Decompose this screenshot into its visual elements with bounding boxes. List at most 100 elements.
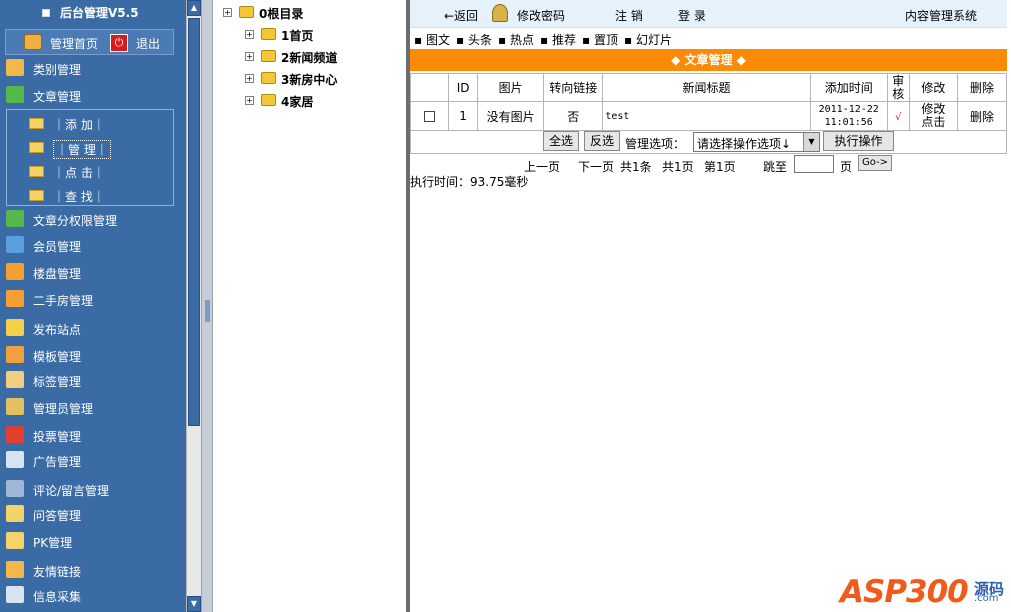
house-icon (6, 290, 24, 307)
frame-splitter[interactable] (201, 0, 213, 612)
sidebar-item[interactable]: 问答管理 (0, 503, 186, 525)
members-icon (6, 236, 24, 253)
page-jump-input[interactable] (794, 155, 834, 173)
article-submenu: ｜添 加｜ ｜管 理｜ ｜点 击｜ ｜查 找｜ (6, 109, 174, 206)
logout-link[interactable]: 退出 (136, 35, 160, 52)
scroll-up-icon[interactable]: ▲ (187, 0, 201, 16)
tree-node-label[interactable]: 3新房中心 (281, 71, 337, 88)
row-checkbox[interactable] (424, 111, 436, 122)
sidebar-scrollbar[interactable]: ▲ ▼ (186, 0, 201, 612)
sidebar-item-label: 文章管理 (33, 90, 82, 104)
folder-icon (6, 532, 24, 549)
sidebar-item[interactable]: 管理员管理 (0, 396, 186, 418)
sidebar-item[interactable]: 二手房管理 (0, 288, 186, 310)
invert-selection-button[interactable]: 反选 (584, 131, 620, 151)
link-icon (6, 561, 24, 578)
column-header: ID (448, 73, 479, 102)
expand-icon[interactable]: + (223, 8, 232, 17)
submenu-label: ｜点 击｜ (53, 166, 105, 180)
table-row: 1 没有图片 否 test 2011-12-22 11:01:56 √ 修改 点… (409, 101, 1008, 131)
brand-domain: .com (974, 593, 999, 604)
sidebar-item[interactable]: 类别管理 (0, 57, 186, 79)
back-link[interactable]: ←返回 (444, 7, 478, 24)
flag-filter[interactable]: ▪ 头条 (456, 31, 492, 48)
click-link[interactable]: 点击 (910, 116, 957, 129)
operation-select[interactable]: 请选择操作选项↓ ▼ (693, 132, 820, 152)
scroll-down-icon[interactable]: ▼ (187, 596, 201, 612)
row-time: 2011-12-22 11:01:56 (809, 101, 888, 131)
execute-button[interactable]: 执行操作 (823, 131, 894, 151)
go-button[interactable]: Go-> (858, 155, 892, 171)
dropdown-arrow-icon[interactable]: ▼ (803, 133, 819, 151)
sidebar-item[interactable]: 发布站点 (0, 317, 186, 339)
tree-node-label[interactable]: 1首页 (281, 27, 313, 44)
sidebar-item-label: 友情链接 (33, 565, 82, 579)
sidebar-item[interactable]: 信息采集 (0, 584, 186, 606)
page-unit-label: 页 (840, 160, 853, 174)
expand-icon[interactable]: + (245, 74, 254, 83)
sidebar-item[interactable]: 评论/留言管理 (0, 478, 186, 500)
tree-node-label[interactable]: 4家居 (281, 93, 313, 110)
vote-icon (6, 426, 24, 443)
brand-name: ASP300 (840, 574, 969, 610)
approved-check-icon[interactable]: √ (895, 112, 901, 123)
tag-icon (6, 371, 24, 388)
sidebar-item[interactable]: PK管理 (0, 530, 186, 552)
next-page-link[interactable]: 下一页 (578, 158, 614, 175)
change-password-link[interactable]: 修改密码 (517, 7, 565, 24)
template-icon (6, 346, 24, 363)
total-pages: 共1页 (662, 160, 694, 174)
sidebar-item[interactable]: 友情链接 (0, 559, 186, 581)
total-count: 共1条 (620, 160, 652, 174)
submenu-label: ｜添 加｜ (53, 118, 105, 132)
sidebar-item[interactable]: 广告管理 (0, 449, 186, 471)
article-icon (6, 86, 24, 103)
prev-page-link[interactable]: 上一页 (524, 158, 560, 175)
comment-icon (6, 480, 24, 497)
flag-filter[interactable]: ▪ 热点 (498, 31, 534, 48)
sidebar: 后台管理V5.5 管理首页 ⏻ 退出 类别管理 文章管理 文章分权限管理 会员管理 楼盘… (0, 0, 201, 612)
select-all-button[interactable]: 全选 (543, 131, 579, 151)
submenu-item[interactable]: ｜添 加｜ (27, 113, 167, 133)
main-content: ←返回 修改密码 注 销 登 录 内容管理系统 ▪ 图文 ▪ 头条 ▪ 热点 ▪ 推荐… (409, 0, 1011, 612)
expand-icon[interactable]: + (245, 30, 254, 39)
submenu-item[interactable]: ｜点 击｜ (27, 161, 167, 181)
row-delete[interactable]: 删除 (956, 101, 1008, 131)
sidebar-item[interactable]: 投票管理 (0, 424, 186, 446)
sidebar-item[interactable]: 楼盘管理 (0, 261, 186, 283)
power-icon[interactable]: ⏻ (110, 34, 128, 52)
home-icon (24, 34, 42, 50)
row-edit-cell: 修改 点击 (908, 101, 958, 131)
root-folder-icon (239, 6, 254, 18)
flag-filter[interactable]: ▪ 图文 (414, 31, 450, 48)
sidebar-item[interactable]: 标签管理 (0, 369, 186, 391)
folder-icon (261, 28, 276, 40)
tree-node-label[interactable]: 2新闻频道 (281, 49, 337, 66)
sidebar-item-label: 楼盘管理 (33, 267, 82, 281)
expand-icon[interactable]: + (245, 52, 254, 61)
submenu-item[interactable]: ｜管 理｜ (27, 137, 167, 159)
flag-filter[interactable]: ▪ 幻灯片 (624, 31, 672, 48)
sidebar-item[interactable]: 模板管理 (0, 344, 186, 366)
logout-link-top[interactable]: 注 销 (615, 7, 643, 24)
row-title[interactable]: test (602, 101, 811, 131)
sidebar-item[interactable]: 会员管理 (0, 234, 186, 256)
flag-filter[interactable]: ▪ 置顶 (582, 31, 618, 48)
ad-icon (6, 451, 24, 468)
sidebar-item-label: 管理员管理 (33, 402, 94, 416)
sidebar-item[interactable]: 文章分权限管理 (0, 208, 186, 230)
login-link[interactable]: 登 录 (678, 7, 706, 24)
scrollbar-thumb[interactable] (188, 18, 200, 426)
sidebar-item-label: 问答管理 (33, 509, 82, 523)
flag-filter[interactable]: ▪ 推荐 (540, 31, 576, 48)
sidebar-item-label: 文章分权限管理 (33, 214, 118, 228)
expand-icon[interactable]: + (245, 96, 254, 105)
admin-home-link[interactable]: 管理首页 (50, 35, 98, 52)
submenu-item[interactable]: ｜查 找｜ (27, 185, 167, 205)
sidebar-home-bar: 管理首页 ⏻ 退出 (5, 29, 174, 55)
collapse-icon[interactable] (42, 9, 50, 17)
sidebar-item[interactable]: 文章管理 (0, 84, 186, 106)
splitter-grip-icon[interactable] (205, 300, 210, 322)
admin-icon (6, 398, 24, 415)
sidebar-item-label: 标签管理 (33, 375, 82, 389)
